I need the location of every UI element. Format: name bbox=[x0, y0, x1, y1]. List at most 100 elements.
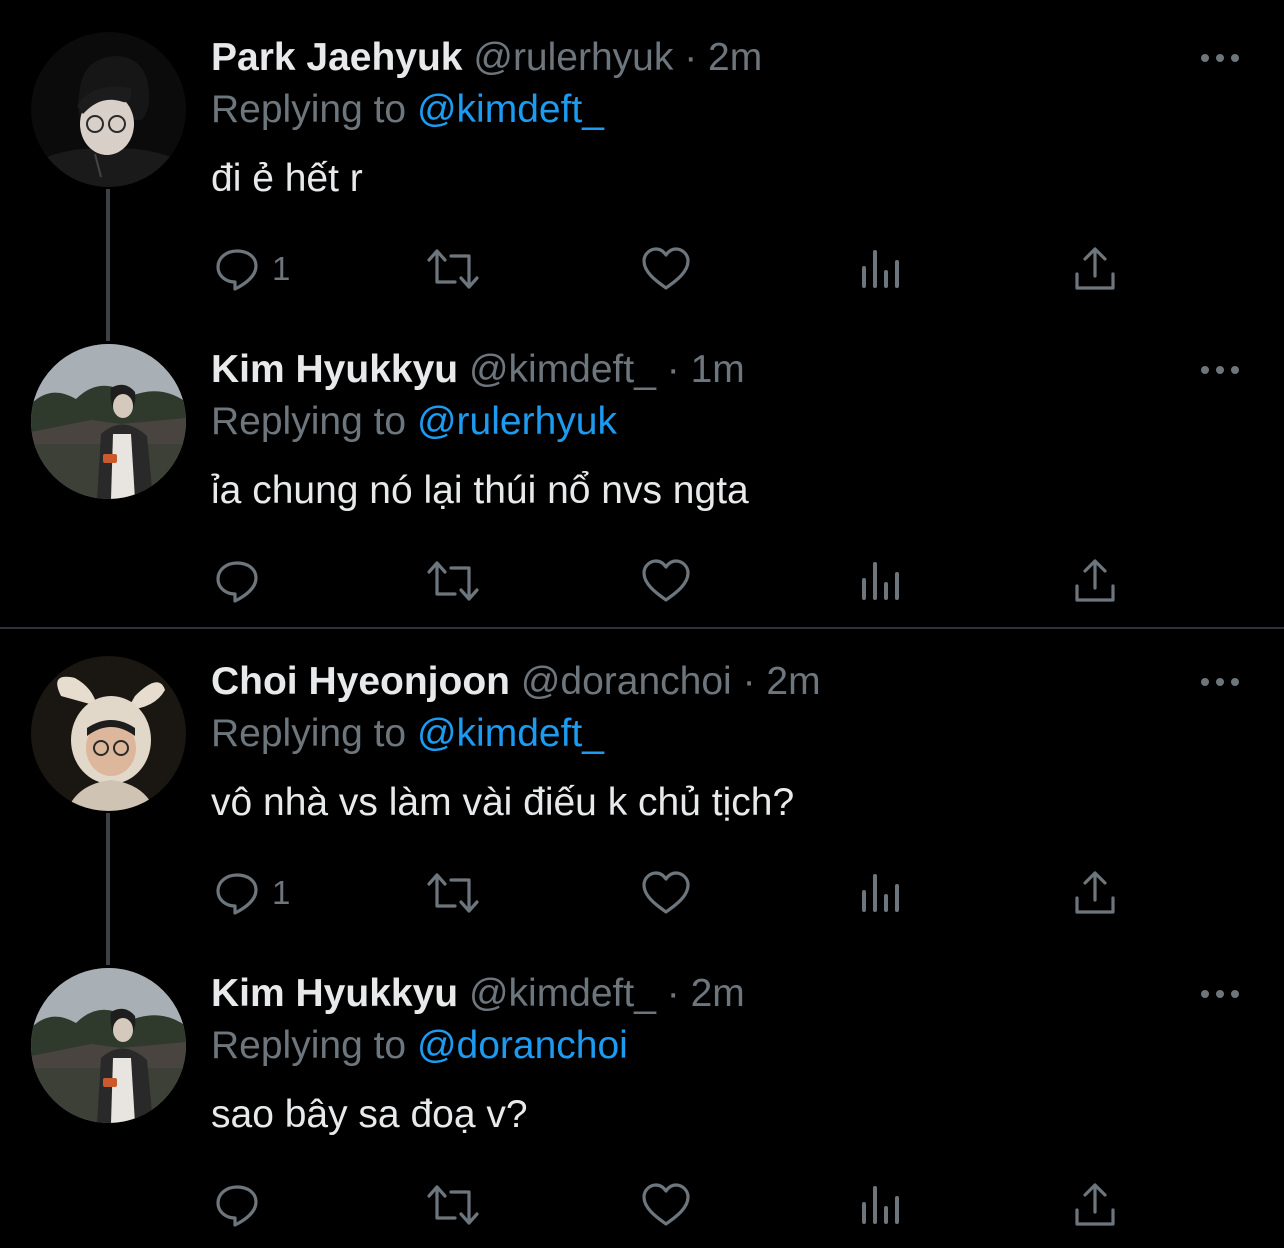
mention-link[interactable]: @doranchoi bbox=[417, 1024, 628, 1067]
avatar-image bbox=[31, 32, 186, 187]
retweet-button[interactable] bbox=[425, 556, 481, 606]
reply-button[interactable] bbox=[214, 1180, 272, 1230]
timestamp[interactable]: 2m bbox=[708, 36, 762, 79]
analytics-button[interactable] bbox=[860, 868, 904, 918]
user-handle[interactable]: @rulerhyuk bbox=[473, 36, 673, 79]
like-button[interactable] bbox=[641, 868, 691, 918]
tweet-4[interactable]: Kim Hyukkyu @kimdeft_ · 2m Replying to @… bbox=[0, 936, 1284, 1248]
reply-button[interactable]: 1 bbox=[214, 244, 290, 294]
share-icon bbox=[1075, 247, 1115, 290]
tweet-header: Kim Hyukkyu @kimdeft_ · 1m bbox=[211, 348, 745, 392]
tweet-3[interactable]: Choi Hyeonjoon @doranchoi · 2m Replying … bbox=[0, 624, 1284, 965]
tweet-header: Choi Hyeonjoon @doranchoi · 2m bbox=[211, 660, 821, 704]
tweet-text: ỉa chung nó lại thúi nổ nvs ngta bbox=[211, 469, 749, 512]
tweet-text: sao bây sa đoạ v? bbox=[211, 1093, 528, 1136]
share-button[interactable] bbox=[1073, 1180, 1117, 1230]
analytics-button[interactable] bbox=[860, 244, 904, 294]
separator-dot: · bbox=[666, 972, 680, 1015]
reply-count: 1 bbox=[272, 874, 291, 911]
retweet-button[interactable] bbox=[425, 1180, 481, 1230]
avatar[interactable] bbox=[31, 656, 186, 811]
tweet-header: Kim Hyukkyu @kimdeft_ · 2m bbox=[211, 972, 745, 1016]
reply-button[interactable]: 1 bbox=[214, 868, 290, 918]
like-button[interactable] bbox=[641, 556, 691, 606]
mention-link[interactable]: @kimdeft_ bbox=[417, 88, 604, 131]
more-icon bbox=[1201, 990, 1239, 998]
reply-button[interactable] bbox=[214, 556, 272, 606]
replying-to-label: Replying to bbox=[211, 400, 417, 443]
analytics-icon bbox=[862, 562, 899, 600]
tweet-actions bbox=[0, 1180, 1284, 1230]
more-icon bbox=[1201, 366, 1239, 374]
user-handle[interactable]: @doranchoi bbox=[521, 660, 732, 703]
replying-to: Replying to @rulerhyuk bbox=[211, 400, 617, 444]
separator-dot: · bbox=[666, 348, 680, 391]
tweet-actions: 1 bbox=[0, 868, 1284, 918]
user-handle[interactable]: @kimdeft_ bbox=[469, 972, 656, 1015]
display-name[interactable]: Kim Hyukkyu bbox=[211, 348, 458, 391]
avatar-image bbox=[31, 656, 186, 811]
retweet-icon bbox=[427, 1185, 479, 1225]
retweet-icon bbox=[427, 249, 479, 289]
tweet-actions: 1 bbox=[0, 244, 1284, 294]
reply-icon bbox=[216, 1185, 258, 1227]
replying-to-label: Replying to bbox=[211, 1024, 417, 1067]
mention-link[interactable]: @kimdeft_ bbox=[417, 712, 604, 755]
heart-icon bbox=[642, 871, 690, 914]
avatar[interactable] bbox=[31, 32, 186, 187]
display-name[interactable]: Choi Hyeonjoon bbox=[211, 660, 510, 703]
avatar[interactable] bbox=[31, 344, 186, 499]
more-icon bbox=[1201, 54, 1239, 62]
reply-icon bbox=[216, 249, 258, 291]
avatar-image bbox=[31, 968, 186, 1123]
like-button[interactable] bbox=[641, 1180, 691, 1230]
like-button[interactable] bbox=[641, 244, 691, 294]
tweet-1[interactable]: Park Jaehyuk @rulerhyuk · 2m Replying to… bbox=[0, 0, 1284, 341]
more-options-button[interactable] bbox=[1198, 360, 1242, 380]
analytics-icon bbox=[862, 874, 899, 912]
analytics-icon bbox=[862, 250, 899, 288]
analytics-icon bbox=[862, 1186, 899, 1224]
timestamp[interactable]: 2m bbox=[766, 660, 820, 703]
share-button[interactable] bbox=[1073, 244, 1117, 294]
tweet-text: vô nhà vs làm vài điếu k chủ tịch? bbox=[211, 781, 795, 824]
retweet-icon bbox=[427, 873, 479, 913]
retweet-button[interactable] bbox=[425, 868, 481, 918]
replying-to-label: Replying to bbox=[211, 712, 417, 755]
more-icon bbox=[1201, 678, 1239, 686]
reply-icon bbox=[216, 561, 258, 603]
share-icon bbox=[1075, 559, 1115, 602]
replying-to: Replying to @kimdeft_ bbox=[211, 712, 604, 756]
heart-icon bbox=[642, 559, 690, 602]
separator-dot: · bbox=[684, 36, 698, 79]
avatar-image bbox=[31, 344, 186, 499]
tweet-actions bbox=[0, 556, 1284, 606]
more-options-button[interactable] bbox=[1198, 984, 1242, 1004]
share-icon bbox=[1075, 871, 1115, 914]
heart-icon bbox=[642, 1183, 690, 1226]
reply-icon bbox=[216, 873, 258, 915]
tweet-2[interactable]: Kim Hyukkyu @kimdeft_ · 1m Replying to @… bbox=[0, 312, 1284, 624]
timestamp[interactable]: 2m bbox=[691, 972, 745, 1015]
share-button[interactable] bbox=[1073, 556, 1117, 606]
mention-link[interactable]: @rulerhyuk bbox=[417, 400, 617, 443]
display-name[interactable]: Kim Hyukkyu bbox=[211, 972, 458, 1015]
share-button[interactable] bbox=[1073, 868, 1117, 918]
retweet-button[interactable] bbox=[425, 244, 481, 294]
heart-icon bbox=[642, 247, 690, 290]
replying-to-label: Replying to bbox=[211, 88, 417, 131]
more-options-button[interactable] bbox=[1198, 672, 1242, 692]
reply-count: 1 bbox=[272, 250, 291, 287]
replying-to: Replying to @doranchoi bbox=[211, 1024, 628, 1068]
avatar[interactable] bbox=[31, 968, 186, 1123]
analytics-button[interactable] bbox=[860, 556, 904, 606]
more-options-button[interactable] bbox=[1198, 48, 1242, 68]
tweet-header: Park Jaehyuk @rulerhyuk · 2m bbox=[211, 36, 762, 80]
retweet-icon bbox=[427, 561, 479, 601]
user-handle[interactable]: @kimdeft_ bbox=[469, 348, 656, 391]
display-name[interactable]: Park Jaehyuk bbox=[211, 36, 463, 79]
replying-to: Replying to @kimdeft_ bbox=[211, 88, 604, 132]
analytics-button[interactable] bbox=[860, 1180, 904, 1230]
share-icon bbox=[1075, 1183, 1115, 1226]
timestamp[interactable]: 1m bbox=[691, 348, 745, 391]
